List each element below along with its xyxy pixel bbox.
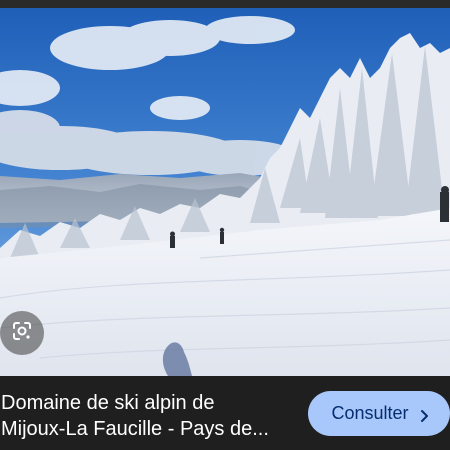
consult-button-label: Consulter — [331, 403, 409, 423]
google-lens-icon — [11, 320, 33, 347]
top-strip — [0, 0, 450, 8]
chevron-right-icon — [417, 407, 431, 422]
caption-title-line1[interactable]: Domaine de ski alpin de — [1, 391, 214, 415]
consult-button[interactable]: Consulter — [308, 391, 450, 436]
caption-title-line2[interactable]: Mijoux-La Faucille - Pays de... — [1, 417, 269, 441]
image-viewer: Domaine de ski alpin de Mijoux-La Faucil… — [0, 0, 450, 450]
lens-search-button[interactable] — [0, 311, 44, 355]
ski-slope-photo[interactable] — [0, 8, 450, 376]
